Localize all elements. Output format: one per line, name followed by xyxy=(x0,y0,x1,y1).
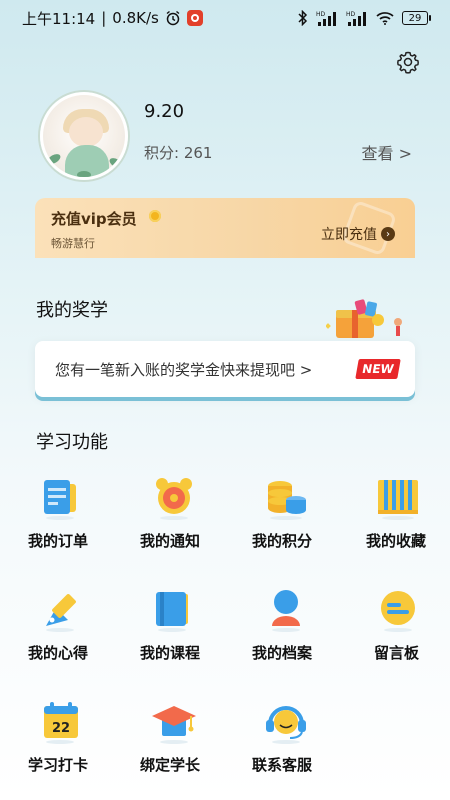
calendar-day: 22 xyxy=(52,721,70,736)
book-icon xyxy=(156,592,188,632)
tile-label: 我的订单 xyxy=(28,532,89,550)
view-points-link[interactable]: 查看 > xyxy=(362,140,413,164)
tile-label: 我的档案 xyxy=(252,644,313,662)
recharge-button[interactable]: 立即充值 › xyxy=(321,224,395,244)
tile-label: 绑定学长 xyxy=(140,756,201,774)
battery-icon: 29 xyxy=(402,11,431,25)
signal-icon-2: HD xyxy=(346,11,366,26)
coin-icon xyxy=(149,210,161,222)
settings-gear-icon[interactable] xyxy=(396,50,420,74)
tile-profile[interactable]: 我的档案 xyxy=(224,582,336,682)
pen-icon xyxy=(46,594,76,632)
netease-music-icon xyxy=(186,10,203,26)
vip-card[interactable]: 充值vip会员 畅游慧行 立即充值 › xyxy=(35,198,415,258)
status-time: 上午11:14 xyxy=(22,9,96,28)
tile-label: 学习打卡 xyxy=(28,756,89,774)
network-speed: 0.8K/s xyxy=(112,9,159,27)
scholarship-card[interactable]: 您有一笔新入账的奖学金快来提现吧 > NEW xyxy=(35,341,415,397)
gift-illustration-icon xyxy=(326,299,402,338)
username: 9.20 xyxy=(144,101,185,122)
avatar[interactable] xyxy=(40,92,128,180)
favorites-icon xyxy=(378,480,418,520)
tile-support[interactable]: 联系客服 xyxy=(224,694,336,794)
status-divider: | xyxy=(101,9,107,27)
svg-text:HD: HD xyxy=(316,11,326,18)
status-left: 上午11:14 | 0.8K/s xyxy=(22,8,203,29)
status-right: HD HD 29 xyxy=(298,10,431,26)
tile-courses[interactable]: 我的课程 xyxy=(112,582,224,682)
new-badge: NEW xyxy=(355,359,401,379)
message-board-icon xyxy=(381,591,415,632)
tile-label: 我的通知 xyxy=(140,532,201,550)
tile-bind-senior[interactable]: 绑定学长 xyxy=(112,694,224,794)
wifi-icon xyxy=(376,12,394,25)
graduation-cap-icon xyxy=(152,706,196,744)
tile-checkin[interactable]: 22 学习打卡 xyxy=(0,694,112,794)
battery-level: 29 xyxy=(408,12,422,24)
profile-icon xyxy=(272,590,300,632)
svg-text:HD: HD xyxy=(346,11,356,18)
chevron-right-icon: › xyxy=(381,227,395,241)
scholarship-title: 我的奖学 xyxy=(36,300,108,321)
learning-title: 学习功能 xyxy=(36,432,108,453)
tile-label: 我的积分 xyxy=(252,532,313,550)
bluetooth-icon xyxy=(298,10,308,26)
vip-subtitle: 畅游慧行 xyxy=(51,237,95,250)
alarm-clock-icon xyxy=(156,478,192,520)
vip-title: 充值vip会员 xyxy=(51,210,137,228)
scholarship-message: 您有一笔新入账的奖学金快来提现吧 > xyxy=(55,361,313,379)
calendar-icon: 22 xyxy=(44,702,78,744)
tile-points[interactable]: 我的积分 xyxy=(224,470,336,570)
tile-notes[interactable]: 我的心得 xyxy=(0,582,112,682)
tile-orders[interactable]: 我的订单 xyxy=(0,470,112,570)
tile-label: 我的心得 xyxy=(28,644,89,662)
tile-label: 我的收藏 xyxy=(366,532,427,550)
status-bar: 上午11:14 | 0.8K/s HD HD 29 xyxy=(0,0,450,36)
recharge-label: 立即充值 xyxy=(321,227,377,243)
headset-icon xyxy=(266,706,306,744)
tile-favorites[interactable]: 我的收藏 xyxy=(336,470,448,570)
points-label: 积分: 261 xyxy=(144,144,213,162)
alarm-icon xyxy=(166,10,180,26)
order-icon xyxy=(44,480,76,520)
tile-label: 联系客服 xyxy=(252,756,313,774)
tile-message-board[interactable]: 留言板 xyxy=(336,582,448,682)
coins-icon xyxy=(268,481,306,520)
signal-icon: HD xyxy=(316,11,336,26)
tile-notifications[interactable]: 我的通知 xyxy=(112,470,224,570)
tile-label: 留言板 xyxy=(374,644,420,662)
tile-label: 我的课程 xyxy=(140,644,201,662)
